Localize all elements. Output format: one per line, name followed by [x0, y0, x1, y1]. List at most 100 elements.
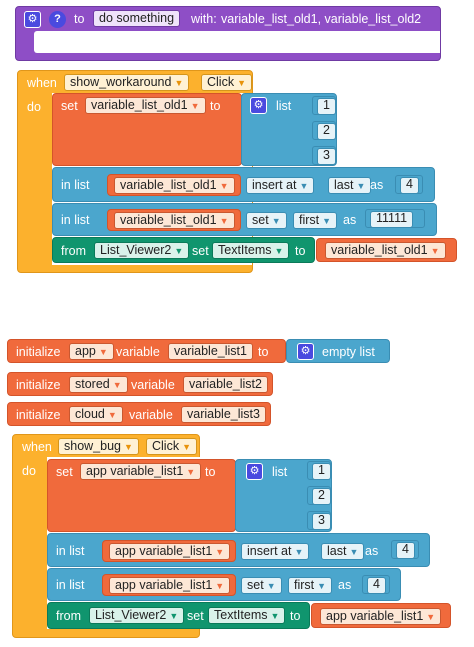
get-variable-block[interactable]: app variable_list1 ▼: [102, 574, 236, 596]
component-dropdown[interactable]: show_workaround ▼: [64, 74, 190, 91]
set-label: set: [61, 99, 78, 113]
dropdown-arrow-icon: ▼: [219, 216, 229, 226]
procedure-block[interactable]: ⚙ ? to do something with: variable_list_…: [15, 6, 441, 61]
dropdown-arrow-icon: ▼: [182, 442, 192, 452]
operation-dropdown[interactable]: set ▼: [241, 577, 282, 594]
scope-dropdown[interactable]: stored ▼: [69, 376, 128, 393]
position-dropdown[interactable]: last ▼: [328, 177, 372, 194]
variable-dropdown[interactable]: variable_list_old1 ▼: [85, 97, 206, 114]
gear-icon[interactable]: ⚙: [297, 343, 314, 360]
variable-dropdown[interactable]: app variable_list1 ▼: [109, 577, 231, 594]
gear-icon[interactable]: ⚙: [24, 11, 41, 28]
init-global-block-app[interactable]: initialize app ▼ variable variable_list1 …: [7, 339, 286, 363]
dropdown-arrow-icon: ▼: [107, 410, 117, 420]
init-global-block-stored[interactable]: initialize stored ▼ variable variable_lis…: [7, 372, 273, 396]
number-value[interactable]: 2: [317, 123, 336, 140]
variable-name-field[interactable]: variable_list1: [168, 343, 253, 360]
component-name: show_workaround: [70, 75, 172, 89]
scope-dropdown[interactable]: app ▼: [69, 343, 114, 360]
help-icon[interactable]: ?: [49, 11, 66, 28]
number-value[interactable]: 4: [400, 177, 419, 194]
dropdown-arrow-icon: ▼: [270, 611, 280, 621]
position-name: first: [299, 213, 320, 227]
dropdown-arrow-icon: ▼: [112, 380, 122, 390]
insert-at-block[interactable]: in list variable_list_old1 ▼ insert at ▼ l…: [52, 167, 435, 202]
to-label: to: [210, 99, 221, 113]
component-dropdown[interactable]: List_Viewer2 ▼: [94, 242, 190, 259]
variable-dropdown[interactable]: variable_list_old1 ▼: [114, 177, 235, 194]
dropdown-arrow-icon: ▼: [271, 216, 281, 226]
operation-dropdown[interactable]: insert at ▼: [241, 543, 310, 560]
list-item-1[interactable]: 1: [307, 461, 331, 480]
number-value[interactable]: 11111: [370, 211, 414, 228]
variable-name-field[interactable]: variable_list3: [181, 406, 266, 423]
set-variable-block[interactable]: set variable_list_old1 ▼ to: [52, 93, 242, 166]
set-label: set: [56, 465, 73, 479]
property-dropdown[interactable]: TextItems ▼: [212, 242, 290, 259]
variable-name: app variable_list1: [326, 609, 424, 623]
set-value[interactable]: 4: [362, 575, 390, 594]
set-item-block[interactable]: in list app variable_list1 ▼ set ▼ first ▼ …: [47, 568, 401, 601]
set-value[interactable]: 11111: [365, 209, 425, 228]
get-variable-block[interactable]: variable_list_old1 ▼: [107, 174, 241, 196]
variable-dropdown[interactable]: variable_list_old1 ▼: [325, 242, 446, 259]
number-value[interactable]: 3: [312, 513, 331, 530]
insert-value[interactable]: 4: [391, 540, 419, 559]
when-label: when: [22, 440, 52, 454]
variable-dropdown[interactable]: app variable_list1 ▼: [320, 608, 442, 625]
gear-icon[interactable]: ⚙: [250, 97, 267, 114]
get-variable-block[interactable]: app variable_list1 ▼: [102, 540, 236, 562]
variable-name-field[interactable]: variable_list2: [183, 376, 268, 393]
event-dropdown[interactable]: Click ▼: [146, 438, 198, 455]
scope-dropdown[interactable]: cloud ▼: [69, 406, 123, 423]
variable-dropdown[interactable]: app variable_list1 ▼: [80, 463, 202, 480]
empty-list-block[interactable]: ⚙ empty list: [286, 339, 390, 363]
number-value[interactable]: 1: [317, 98, 336, 115]
dropdown-arrow-icon: ▼: [430, 246, 440, 256]
operation-dropdown[interactable]: set ▼: [246, 212, 287, 229]
position-dropdown[interactable]: last ▼: [321, 543, 365, 560]
as-label: as: [338, 578, 352, 592]
insert-value[interactable]: 4: [395, 175, 423, 194]
number-value[interactable]: 4: [396, 542, 415, 559]
dropdown-arrow-icon: ▼: [169, 611, 179, 621]
component-setter-block[interactable]: from List_Viewer2 ▼ set TextItems ▼ to: [52, 237, 315, 263]
position-dropdown[interactable]: first ▼: [293, 212, 338, 229]
get-variable-block[interactable]: variable_list_old1 ▼: [316, 238, 457, 262]
init-global-block-cloud[interactable]: initialize cloud ▼ variable variable_list…: [7, 402, 271, 426]
dropdown-arrow-icon: ▼: [190, 101, 200, 111]
gear-icon[interactable]: ⚙: [246, 463, 263, 480]
list-item-3[interactable]: 3: [307, 511, 331, 530]
component-dropdown[interactable]: List_Viewer2 ▼: [89, 607, 185, 624]
variable-dropdown[interactable]: variable_list_old1 ▼: [114, 212, 235, 229]
get-variable-block[interactable]: variable_list_old1 ▼: [107, 209, 241, 231]
list-item-3[interactable]: 3: [312, 146, 336, 165]
procedure-name-field[interactable]: do something: [93, 10, 181, 27]
in-list-label: in list: [61, 213, 90, 227]
initialize-label: initialize: [16, 345, 61, 359]
variable-name: app variable_list1: [86, 464, 184, 478]
number-value[interactable]: 2: [312, 488, 331, 505]
number-value[interactable]: 3: [317, 148, 336, 165]
event-dropdown[interactable]: Click ▼: [201, 74, 253, 91]
number-value[interactable]: 4: [367, 577, 386, 594]
when-label: when: [27, 76, 57, 90]
get-variable-block[interactable]: app variable_list1 ▼: [311, 603, 451, 628]
list-item-1[interactable]: 1: [312, 96, 336, 115]
position-dropdown[interactable]: first ▼: [288, 577, 333, 594]
list-item-2[interactable]: 2: [307, 486, 331, 505]
dropdown-arrow-icon: ▼: [98, 347, 108, 357]
property-dropdown[interactable]: TextItems ▼: [208, 607, 286, 624]
component-dropdown[interactable]: show_bug ▼: [58, 438, 139, 455]
list-label: list: [276, 99, 292, 113]
dropdown-arrow-icon: ▼: [266, 581, 276, 591]
number-value[interactable]: 1: [312, 463, 331, 480]
variable-dropdown[interactable]: app variable_list1 ▼: [109, 543, 231, 560]
operation-dropdown[interactable]: insert at ▼: [246, 177, 315, 194]
insert-at-block[interactable]: in list app variable_list1 ▼ insert at ▼ l…: [47, 533, 430, 567]
event-name: Click: [152, 439, 180, 453]
component-setter-block[interactable]: from List_Viewer2 ▼ set TextItems ▼ to: [47, 602, 310, 629]
operation-name: insert at: [247, 544, 292, 558]
set-variable-block[interactable]: set app variable_list1 ▼ to: [47, 459, 236, 532]
list-item-2[interactable]: 2: [312, 121, 336, 140]
